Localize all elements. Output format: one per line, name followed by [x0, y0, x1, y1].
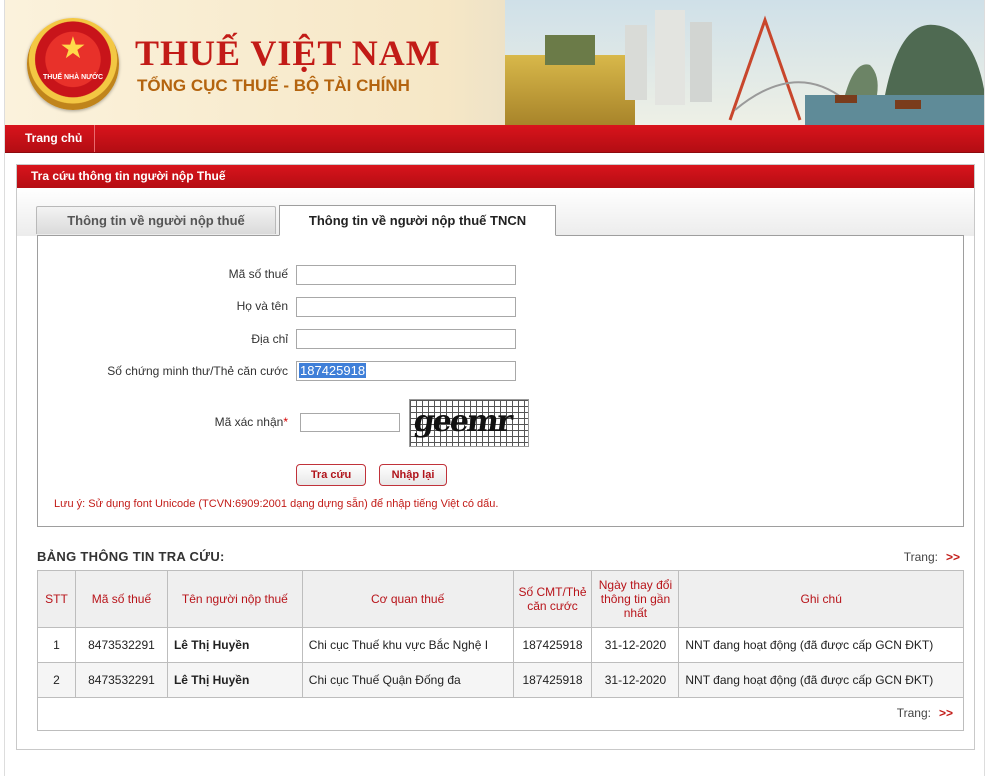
cell-stt: 2 — [37, 662, 76, 698]
id-number-value: 187425918 — [299, 363, 367, 378]
tax-code-input[interactable] — [296, 265, 516, 285]
tax-code-label: Mã số thuế — [228, 267, 288, 281]
lookup-form: Mã số thuế Họ và tên Địa chỉ Số chứng mi… — [37, 235, 964, 527]
lookup-panel: Tra cứu thông tin người nộp Thuế Thông t… — [16, 164, 975, 750]
captcha-image: geemr — [409, 399, 529, 447]
reset-button[interactable]: Nhập lại — [379, 464, 447, 486]
header-banner: ★ THUẾ NHÀ NƯỚC THUẾ VIỆT NAM TỔNG CỤC T… — [5, 0, 984, 125]
pager-label: Trang: — [903, 550, 938, 564]
site-title: THUẾ VIỆT NAM — [135, 33, 441, 73]
cell-tax-code: 8473532291 — [74, 627, 168, 663]
pager-next-link[interactable]: >> — [939, 706, 953, 720]
tab-taxpayer-info[interactable]: Thông tin về người nộp thuế — [36, 206, 276, 234]
table-row: 1 8473532291 Lê Thị Huyền Chi cục Thuế k… — [37, 627, 964, 663]
cell-last-changed: 31-12-2020 — [591, 662, 680, 698]
cell-tax-office: Chi cục Thuế khu vực Bắc Nghệ I — [301, 627, 514, 663]
full-name-label: Họ và tên — [236, 299, 288, 313]
cell-tax-code: 8473532291 — [74, 662, 168, 698]
captcha-input[interactable] — [300, 413, 400, 432]
cell-last-changed: 31-12-2020 — [591, 627, 680, 663]
results-title: BẢNG THÔNG TIN TRA CỨU: — [37, 549, 225, 564]
search-button[interactable]: Tra cứu — [296, 464, 366, 486]
col-header-tax-code: Mã số thuế — [74, 570, 168, 628]
cell-tax-office: Chi cục Thuế Quận Đống đa — [301, 662, 514, 698]
pager-label: Trang: — [896, 706, 931, 720]
cell-taxpayer-name: Lê Thị Huyền — [166, 662, 303, 698]
address-input[interactable] — [296, 329, 516, 349]
main-navbar: Trang chủ — [5, 125, 984, 153]
scenery-image — [505, 0, 984, 125]
unicode-note: Lưu ý: Sử dụng font Unicode (TCVN:6909:2… — [54, 498, 499, 510]
tab-taxpayer-info-pit[interactable]: Thông tin về người nộp thuế TNCN — [279, 205, 556, 236]
page: ★ THUẾ NHÀ NƯỚC THUẾ VIỆT NAM TỔNG CỤC T… — [4, 0, 985, 776]
cell-id-number: 187425918 — [512, 662, 593, 698]
table-header-row: STT Mã số thuế Tên người nộp thuế Cơ qua… — [37, 570, 964, 628]
id-number-label: Số chứng minh thư/Thẻ căn cước — [107, 364, 288, 378]
col-header-taxpayer-name: Tên người nộp thuế — [166, 570, 303, 628]
cell-note: NNT đang hoạt động (đã được cấp GCN ĐKT) — [678, 627, 964, 663]
pager-bottom: Trang: >> — [897, 706, 953, 720]
col-header-last-changed: Ngày thay đổi thông tin gần nhất — [591, 570, 680, 628]
cell-note: NNT đang hoạt động (đã được cấp GCN ĐKT) — [678, 662, 964, 698]
address-label: Địa chỉ — [251, 332, 288, 346]
table-row: 2 8473532291 Lê Thị Huyền Chi cục Thuế Q… — [37, 662, 964, 698]
cell-taxpayer-name: Lê Thị Huyền — [166, 627, 303, 663]
site-subtitle: TỔNG CỤC THUẾ - BỘ TÀI CHÍNH — [137, 76, 410, 95]
results-table: STT Mã số thuế Tên người nộp thuế Cơ qua… — [37, 570, 964, 698]
cell-stt: 1 — [37, 627, 76, 663]
col-header-tax-office: Cơ quan thuế — [301, 570, 514, 628]
emblem-text: THUẾ NHÀ NƯỚC — [43, 74, 103, 81]
star-icon: ★ — [59, 32, 87, 65]
captcha-label-text: Mã xác nhận — [214, 415, 284, 429]
col-header-note: Ghi chú — [678, 570, 964, 628]
pager-next-link[interactable]: >> — [946, 550, 960, 564]
cell-id-number: 187425918 — [512, 627, 593, 663]
captcha-image-text: geemr — [411, 404, 514, 439]
results-footer: Trang: >> — [37, 697, 964, 731]
panel-title: Tra cứu thông tin người nộp Thuế — [17, 165, 974, 188]
pager-top: Trang: >> — [904, 550, 960, 564]
id-number-input[interactable]: 187425918 — [296, 361, 516, 381]
col-header-id-number: Số CMT/Thẻ căn cước — [512, 570, 593, 628]
col-header-stt: STT — [37, 570, 76, 628]
required-mark: * — [283, 415, 288, 429]
state-emblem-icon: ★ THUẾ NHÀ NƯỚC — [27, 18, 119, 110]
full-name-input[interactable] — [296, 297, 516, 317]
nav-item-home[interactable]: Trang chủ — [13, 125, 96, 152]
captcha-label: Mã xác nhận* — [188, 415, 288, 429]
